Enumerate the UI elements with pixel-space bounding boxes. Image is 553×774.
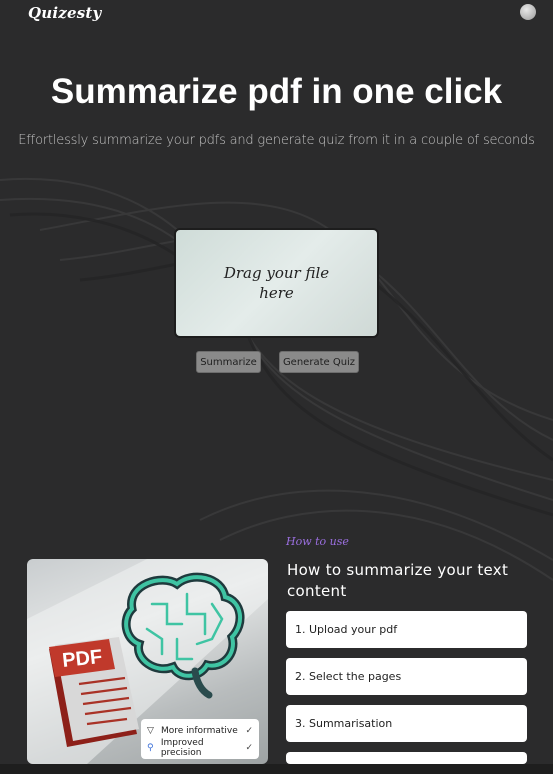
- step-next[interactable]: [286, 752, 527, 764]
- dropzone-label: Drag your file here: [223, 264, 330, 302]
- file-dropzone[interactable]: Drag your file here: [174, 228, 379, 338]
- theme-toggle-button[interactable]: [520, 4, 536, 20]
- check-icon: ✓: [245, 742, 253, 753]
- section-eyebrow: How to use: [286, 535, 349, 548]
- tag-label: Improved precision: [160, 737, 204, 758]
- page-title: Summarize pdf in one click: [50, 72, 503, 111]
- page-subtitle: Effortlessly summarize your pdfs and gen…: [18, 133, 535, 148]
- check-icon: ✓: [245, 725, 253, 736]
- tag-improved-precision: ⚲ Improved precision ✓: [147, 737, 253, 758]
- feature-tags-card: ▽ More informative ✓ ⚲ Improved precisio…: [141, 719, 259, 759]
- summarize-button[interactable]: Summarize: [196, 351, 261, 373]
- generate-quiz-button[interactable]: Generate Quiz: [279, 351, 359, 373]
- step-upload[interactable]: 1. Upload your pdf: [286, 611, 527, 648]
- tag-more-informative: ▽ More informative ✓: [147, 722, 253, 739]
- step-select-pages[interactable]: 2. Select the pages: [286, 658, 527, 695]
- tag-label: More informative: [161, 725, 238, 736]
- filter-icon: ▽: [147, 725, 154, 736]
- pdf-label: PDF: [61, 646, 103, 672]
- bottom-bar: [0, 764, 553, 774]
- section-title: How to summarize your text content: [287, 561, 509, 600]
- step-summarisation[interactable]: 3. Summarisation: [286, 705, 527, 742]
- search-icon: ⚲: [147, 742, 154, 753]
- logo[interactable]: Quizesty: [28, 4, 101, 22]
